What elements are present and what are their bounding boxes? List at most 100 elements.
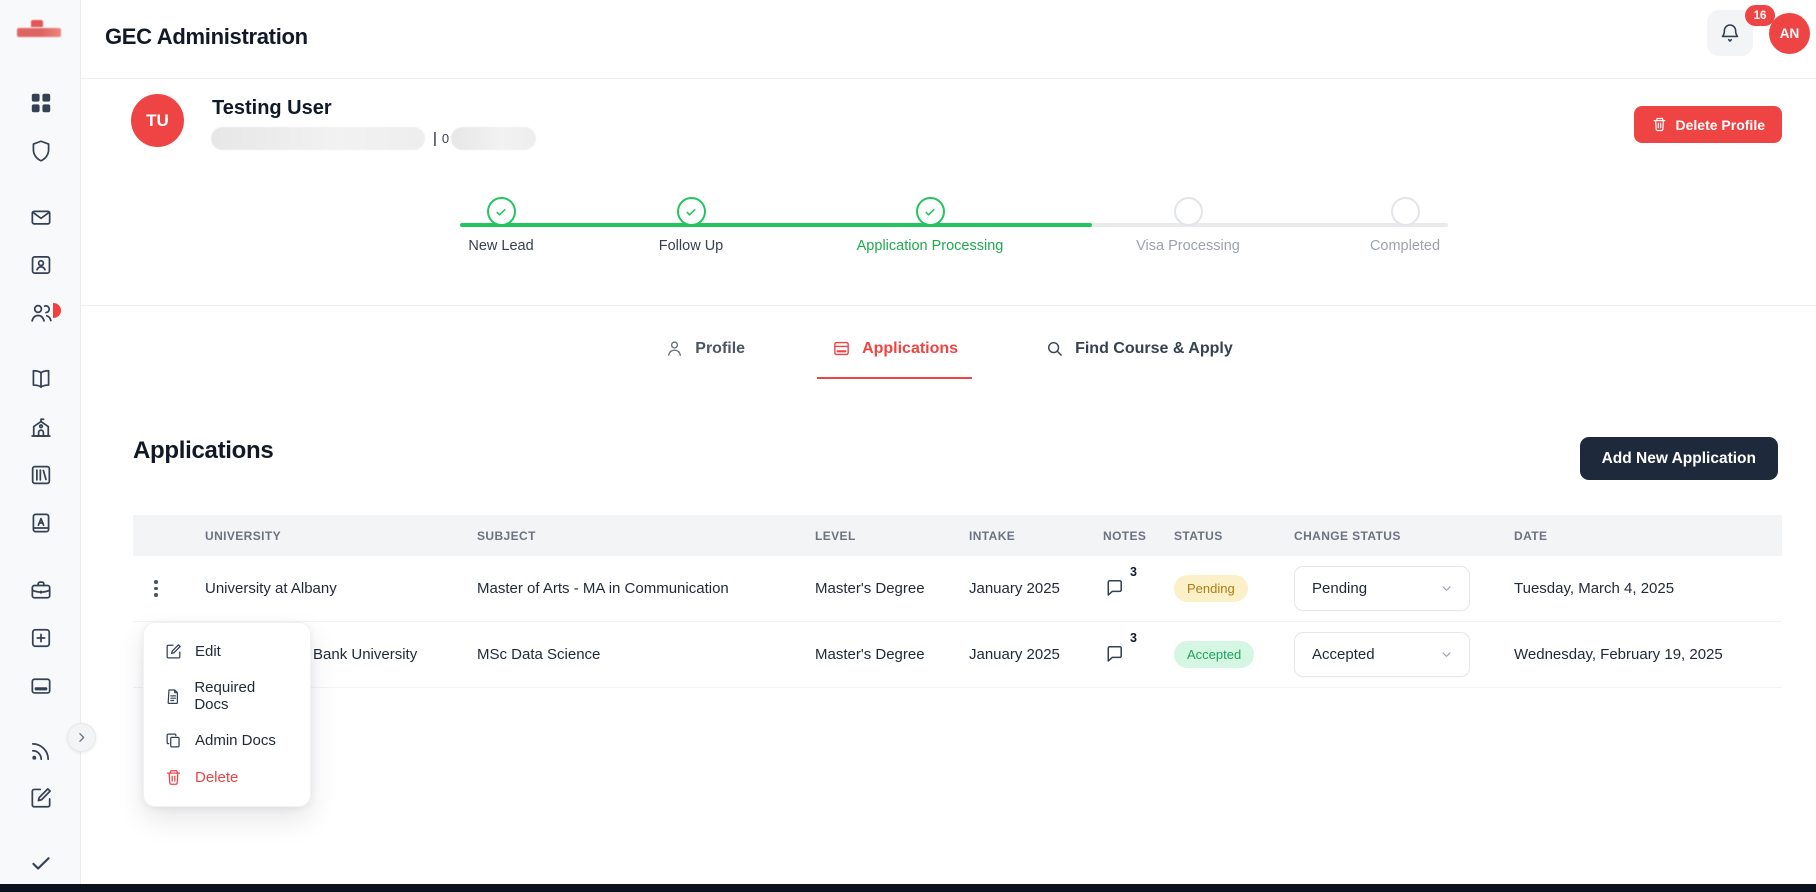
cell-status: Pending [1174, 575, 1294, 602]
notes-button[interactable]: 3 [1103, 565, 1137, 602]
applications-icon [834, 341, 849, 356]
chevron-down-icon [1442, 652, 1451, 657]
sidebar-item-security[interactable] [28, 138, 54, 164]
menu-item-admin-docs[interactable]: Admin Docs [144, 722, 310, 759]
notes-button[interactable]: 3 [1103, 631, 1137, 668]
sidebar-item-feed[interactable] [28, 738, 54, 764]
compose-icon [31, 788, 51, 808]
sidebar-item-jobs[interactable] [28, 577, 54, 603]
sidebar-item-payments[interactable] [28, 673, 54, 699]
sidebar-item-add-new[interactable] [28, 625, 54, 651]
table-row: Bank University MSc Data Science Master'… [133, 622, 1782, 688]
add-new-application-button[interactable]: Add New Application [1579, 437, 1778, 480]
menu-item-label: Edit [195, 643, 221, 660]
credit-card-icon [31, 678, 51, 694]
sidebar-expand-button[interactable] [67, 723, 96, 752]
sidebar [0, 0, 81, 892]
contact-separator: | [433, 129, 437, 147]
row-context-menu: Edit Required Docs Admin Docs Delete [143, 622, 311, 807]
step-visa-processing[interactable]: Visa Processing [1078, 197, 1298, 254]
menu-item-label: Delete [195, 769, 239, 786]
avatar: TU [131, 94, 184, 147]
tab-label: Find Course & Apply [1075, 339, 1233, 357]
row-actions-menu-button[interactable] [133, 580, 158, 597]
library-icon [31, 465, 51, 485]
delete-profile-label: Delete Profile [1675, 116, 1765, 133]
masked-contact-row: | 0 [211, 126, 537, 150]
menu-item-label: Admin Docs [195, 732, 276, 749]
step-completed[interactable]: Completed [1295, 197, 1515, 254]
col-status: STATUS [1174, 528, 1223, 543]
search-icon [1048, 342, 1062, 356]
sidebar-item-dictionary[interactable] [28, 510, 54, 536]
mail-icon [31, 210, 51, 225]
sidebar-item-users[interactable] [28, 300, 54, 326]
step-new-lead[interactable]: New Lead [391, 197, 611, 254]
comment-icon [1107, 645, 1122, 662]
person-icon [668, 341, 682, 356]
menu-item-edit[interactable]: Edit [144, 633, 310, 670]
shield-icon [32, 140, 50, 162]
sidebar-item-tasks[interactable] [28, 850, 54, 876]
col-intake: INTAKE [969, 528, 1016, 543]
edit-icon [166, 644, 181, 659]
logo-wordmark [17, 28, 61, 37]
step-empty-circle [1390, 197, 1420, 226]
applications-heading: Applications [133, 437, 274, 464]
step-label: Follow Up [658, 238, 724, 254]
notes-count: 3 [1130, 564, 1137, 579]
cell-status: Accepted [1174, 641, 1294, 668]
step-follow-up[interactable]: Follow Up [581, 197, 801, 254]
sidebar-item-compose[interactable] [28, 785, 54, 811]
delete-profile-button[interactable]: Delete Profile [1633, 106, 1782, 143]
step-label: New Lead [468, 238, 534, 254]
chevron-down-icon [1442, 586, 1451, 591]
tab-label: Applications [862, 339, 959, 357]
app-logo[interactable] [17, 20, 61, 40]
trash-icon [1653, 117, 1665, 132]
sidebar-item-mail[interactable] [28, 204, 54, 230]
table-row: University at Albany Master of Arts - MA… [133, 556, 1782, 622]
sidebar-item-courses[interactable] [28, 366, 54, 392]
step-check-circle [486, 197, 516, 226]
notes-count: 3 [1130, 630, 1137, 645]
tab-profile[interactable]: Profile [650, 324, 759, 379]
cell-intake: January 2025 [969, 580, 1060, 597]
plus-square-icon [31, 628, 51, 648]
logo-mark [31, 20, 43, 27]
sidebar-item-school[interactable] [28, 414, 54, 440]
cell-notes: 3 [1103, 565, 1174, 602]
menu-item-required-docs[interactable]: Required Docs [144, 670, 310, 722]
col-level: LEVEL [815, 528, 856, 543]
account-avatar[interactable]: AN [1769, 13, 1810, 54]
detail-tabs: Profile Applications Find Course & Apply [81, 324, 1816, 379]
tab-applications[interactable]: Applications [817, 324, 973, 379]
masked-phone [451, 126, 537, 150]
change-status-select[interactable]: Pending [1294, 566, 1470, 611]
bottom-edge-bar [0, 884, 1816, 892]
menu-item-label: Required Docs [194, 679, 256, 713]
briefcase-icon [31, 581, 51, 599]
col-notes: NOTES [1103, 528, 1147, 543]
step-application-processing[interactable]: Application Processing [820, 197, 1040, 254]
step-label: Completed [1369, 238, 1441, 254]
menu-item-delete[interactable]: Delete [144, 759, 310, 796]
sidebar-item-library[interactable] [28, 462, 54, 488]
col-university: UNIVERSITY [205, 528, 282, 543]
tab-find-course-apply[interactable]: Find Course & Apply [1030, 324, 1247, 379]
main-content: GEC Administration 16 AN TU Testing User… [81, 0, 1816, 892]
change-status-select[interactable]: Accepted [1294, 632, 1470, 677]
cell-notes: 3 [1103, 631, 1174, 668]
cell-change-status: Accepted [1294, 632, 1514, 677]
trash-icon [166, 770, 181, 785]
notification-count-badge: 16 [1745, 5, 1775, 26]
page-title: GEC Administration [105, 24, 308, 49]
sidebar-item-dashboard[interactable] [28, 90, 54, 116]
col-date: DATE [1514, 528, 1548, 543]
sidebar-item-contacts[interactable] [28, 252, 54, 278]
cell-intake: January 2025 [969, 646, 1060, 663]
check-icon [686, 208, 696, 216]
cell-date: Tuesday, March 4, 2025 [1514, 580, 1675, 597]
grid-icon [31, 93, 51, 113]
check-icon [496, 208, 506, 216]
